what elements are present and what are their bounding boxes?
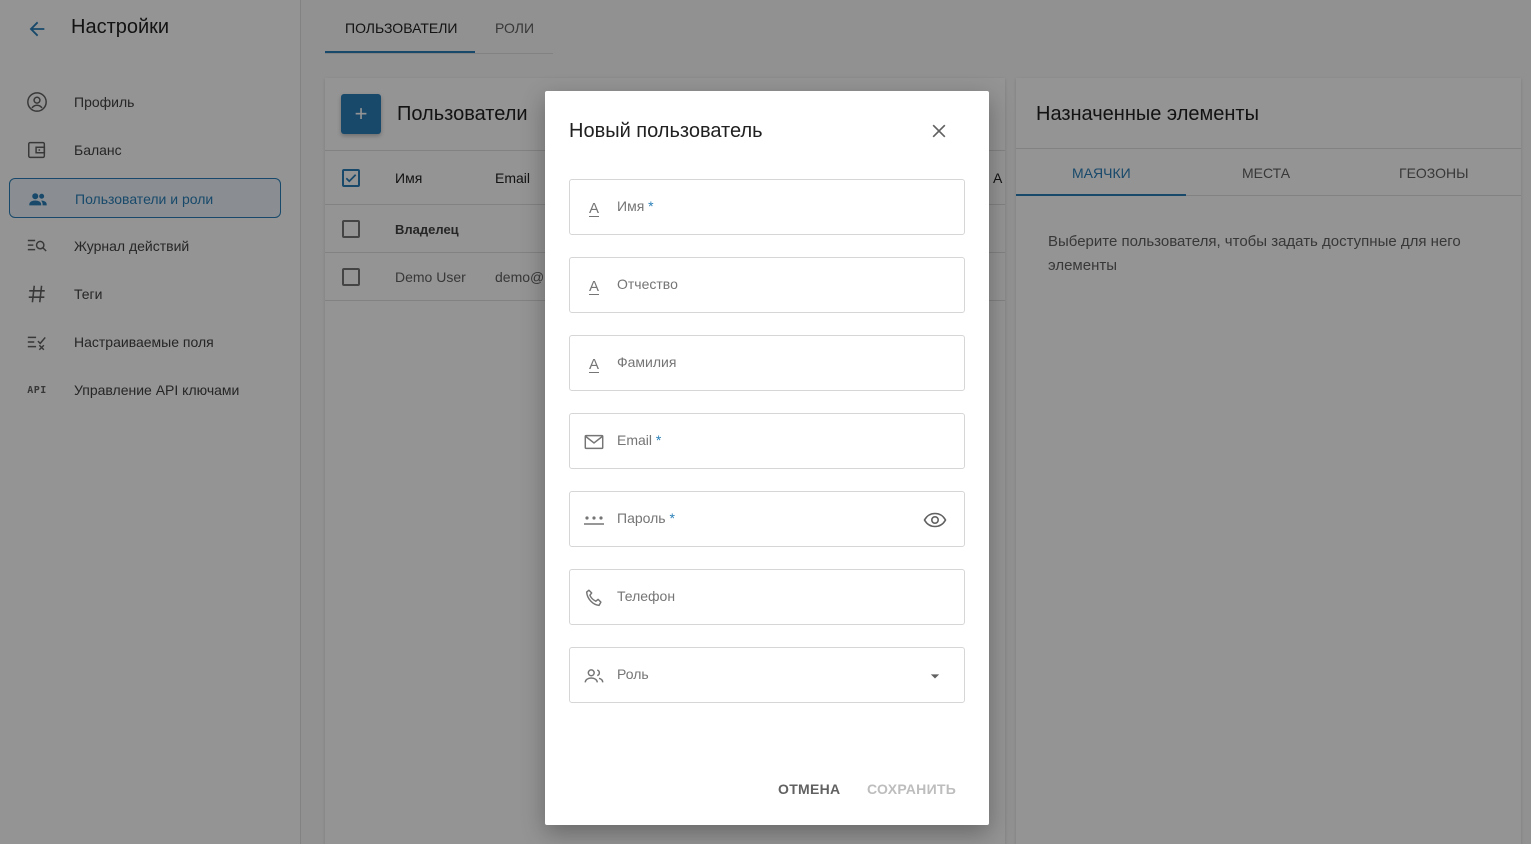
text-field-icon: A: [588, 277, 599, 295]
phone-icon: [582, 586, 606, 610]
text-field-icon: A: [588, 199, 599, 217]
last-name-field[interactable]: A Фамилия: [569, 335, 965, 391]
email-field[interactable]: Email *: [569, 413, 965, 469]
first-name-field[interactable]: A Имя *: [569, 179, 965, 235]
save-button[interactable]: СОХРАНИТЬ: [867, 781, 956, 797]
dialog-title: Новый пользователь: [569, 120, 763, 142]
middle-name-label: Отчество: [617, 276, 678, 292]
first-name-label: Имя *: [617, 198, 654, 214]
mail-icon: [582, 430, 606, 454]
close-icon: [932, 124, 946, 138]
password-label: Пароль *: [617, 510, 675, 526]
toggle-password-visibility-button[interactable]: [922, 507, 948, 533]
last-name-label: Фамилия: [617, 354, 677, 370]
role-select[interactable]: Роль: [569, 647, 965, 703]
close-button[interactable]: [925, 117, 953, 145]
email-label: Email *: [617, 432, 662, 448]
users-outline-icon: [582, 664, 606, 688]
role-label: Роль: [617, 666, 649, 682]
password-field[interactable]: Пароль *: [569, 491, 965, 547]
phone-label: Телефон: [617, 588, 676, 604]
cancel-button[interactable]: ОТМЕНА: [778, 781, 840, 797]
eye-icon: [923, 512, 947, 528]
new-user-dialog: Новый пользователь A Имя * A Отчество A …: [545, 91, 989, 825]
middle-name-field[interactable]: A Отчество: [569, 257, 965, 313]
password-dots-icon: [582, 508, 606, 532]
phone-field[interactable]: Телефон: [569, 569, 965, 625]
text-field-icon: A: [588, 355, 599, 373]
chevron-down-icon: [922, 663, 948, 689]
